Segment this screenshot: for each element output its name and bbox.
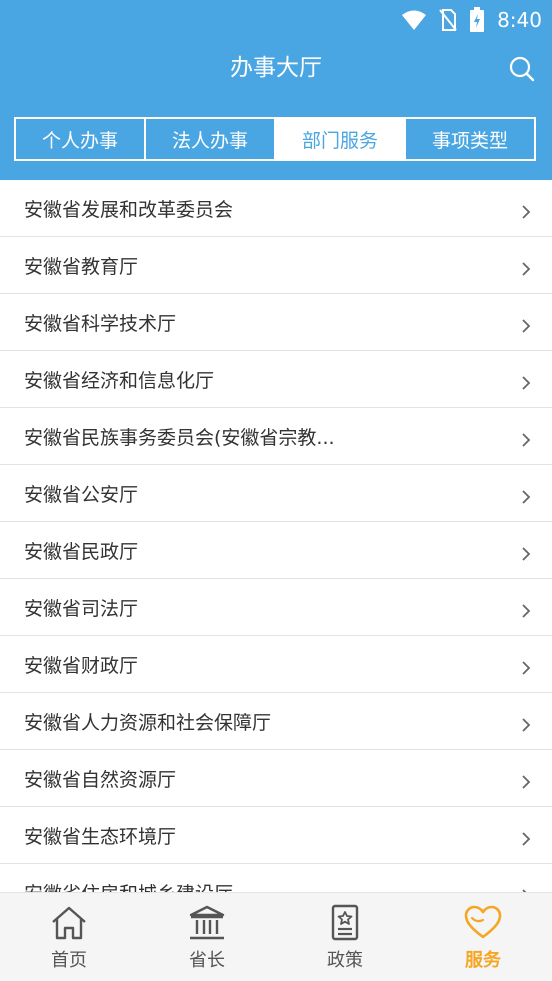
search-icon[interactable] (508, 55, 536, 83)
home-icon (52, 906, 86, 939)
list-item-label: 安徽省民族事务委员会(安徽省宗教... (24, 426, 335, 449)
no-sim-icon (439, 9, 457, 31)
list-item-label: 安徽省公安厅 (24, 483, 139, 506)
tab-personal[interactable]: 个人办事 (16, 119, 144, 159)
app-header: 8:40 办事大厅 个人办事 法人办事 部门服务 事项类型 (0, 0, 552, 180)
building-icon (189, 905, 225, 939)
list-item[interactable]: 安徽省发展和改革委员会 (0, 180, 552, 237)
status-time: 8:40 (497, 8, 542, 32)
chevron-right-icon (522, 262, 531, 276)
list-item-label: 安徽省生态环境厅 (24, 825, 177, 848)
wifi-icon (402, 10, 427, 30)
department-list: 安徽省发展和改革委员会 安徽省教育厅安徽省科学技术厅安徽省经济和信息化厅安徽省民族… (0, 180, 552, 892)
chevron-right-icon (522, 718, 531, 732)
chevron-right-icon (522, 319, 531, 333)
chevron-right-icon (522, 547, 531, 561)
list-item-label: 安徽省人力资源和社会保障厅 (24, 711, 272, 734)
tabbar-item-home[interactable]: 首页 (0, 893, 138, 981)
list-item[interactable]: 安徽省住房和城乡建设厅 (0, 864, 552, 892)
status-bar: 8:40 (401, 6, 542, 34)
bottom-tab-bar: 首页 省长 政策 服务 (0, 892, 552, 981)
list-item-label: 安徽省经济和信息化厅 (24, 369, 215, 392)
list-item-label: 安徽省教育厅 (24, 255, 139, 278)
chevron-right-icon (522, 604, 531, 618)
list-item[interactable]: 安徽省教育厅 (0, 237, 552, 294)
list-item[interactable]: 安徽省民族事务委员会(安徽省宗教... (0, 408, 552, 465)
chevron-right-icon (522, 775, 531, 789)
list-item[interactable]: 安徽省司法厅 (0, 579, 552, 636)
tab-item-type[interactable]: 事项类型 (404, 119, 534, 159)
list-item-label: 安徽省自然资源厅 (24, 768, 177, 791)
list-item-label: 安徽省住房和城乡建设厅 (24, 879, 233, 893)
list-item[interactable]: 安徽省公安厅 (0, 465, 552, 522)
chevron-right-icon (522, 661, 531, 675)
chevron-right-icon (522, 376, 531, 390)
page-title: 办事大厅 (230, 55, 322, 81)
chevron-right-icon (522, 490, 531, 504)
list-item[interactable]: 安徽省科学技术厅 (0, 294, 552, 351)
tabbar-label-home: 首页 (51, 949, 87, 971)
battery-icon (470, 7, 485, 32)
document-icon (331, 904, 359, 940)
chevron-right-icon (522, 205, 531, 219)
segment-tabs: 个人办事 法人办事 部门服务 事项类型 (14, 117, 536, 161)
tabbar-item-governor[interactable]: 省长 (138, 893, 276, 981)
list-item[interactable]: 安徽省民政厅 (0, 522, 552, 579)
list-item-label: 安徽省发展和改革委员会 (24, 198, 234, 221)
tabbar-label-governor: 省长 (189, 949, 225, 971)
tab-corporate[interactable]: 法人办事 (144, 119, 274, 159)
tab-department[interactable]: 部门服务 (274, 119, 404, 159)
list-item[interactable]: 安徽省经济和信息化厅 (0, 351, 552, 408)
list-item-label: 安徽省财政厅 (24, 654, 139, 677)
chevron-right-icon (522, 433, 531, 447)
heart-icon (464, 905, 502, 938)
list-item-label: 安徽省科学技术厅 (24, 312, 177, 335)
list-item[interactable]: 安徽省生态环境厅 (0, 807, 552, 864)
tabbar-label-policy: 政策 (327, 949, 363, 971)
list-item-label: 安徽省民政厅 (24, 540, 139, 563)
list-item[interactable]: 安徽省财政厅 (0, 636, 552, 693)
chevron-right-icon (522, 832, 531, 846)
list-item[interactable]: 安徽省自然资源厅 (0, 750, 552, 807)
list-item[interactable]: 安徽省人力资源和社会保障厅 (0, 693, 552, 750)
tabbar-item-service[interactable]: 服务 (414, 893, 552, 981)
list-item-label: 安徽省司法厅 (24, 597, 139, 620)
tabbar-label-service: 服务 (465, 949, 501, 971)
tabbar-item-policy[interactable]: 政策 (276, 893, 414, 981)
